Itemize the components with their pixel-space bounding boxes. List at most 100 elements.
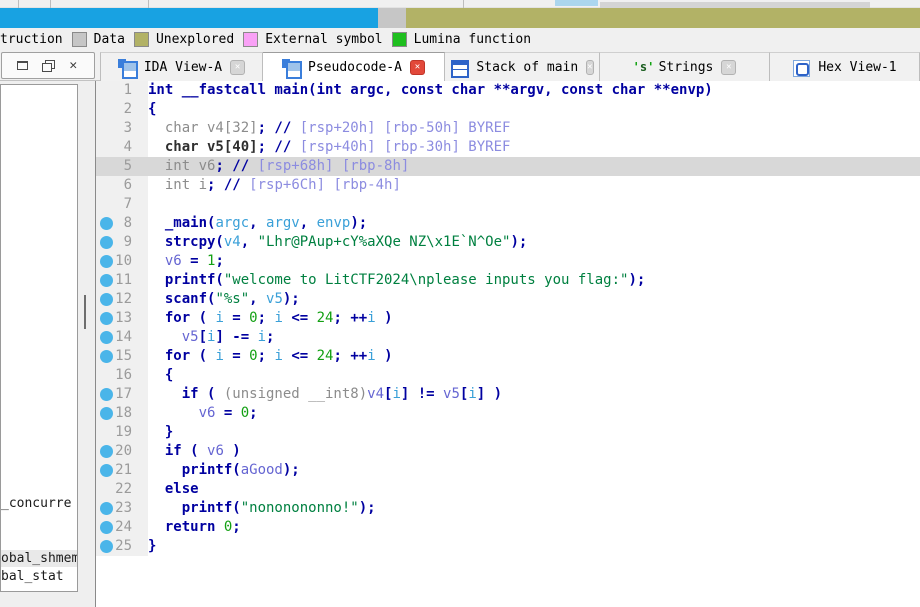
tab-close-icon[interactable]: ✕ (586, 60, 593, 75)
tab-hex-view-1[interactable]: Hex View-1 (770, 52, 920, 81)
code-line[interactable]: 19 } (96, 423, 920, 442)
code-line[interactable]: 21 printf(aGood); (96, 461, 920, 480)
breakpoint-dot-icon[interactable] (100, 255, 113, 268)
function-list-item[interactable]: bal_stat (1, 568, 77, 585)
line-gutter[interactable]: 8 (96, 214, 148, 233)
functions-sidebar[interactable]: _concurre obal_shmembal_stat (0, 84, 78, 592)
nav-band-segment-unexplored-region[interactable] (406, 8, 920, 28)
code-text[interactable]: else (148, 480, 920, 499)
code-text[interactable]: v5[i] -= i; (148, 328, 920, 347)
code-text[interactable]: { (148, 366, 920, 385)
restore-button[interactable] (40, 58, 56, 74)
tab-close-icon[interactable]: ✕ (410, 60, 425, 75)
code-line[interactable]: 4 char v5[40]; // [rsp+40h] [rbp-30h] BY… (96, 138, 920, 157)
line-gutter[interactable]: 23 (96, 499, 148, 518)
code-line[interactable]: 18 v6 = 0; (96, 404, 920, 423)
line-gutter[interactable]: 21 (96, 461, 148, 480)
code-text[interactable]: v6 = 0; (148, 404, 920, 423)
code-text[interactable]: char v4[32]; // [rsp+20h] [rbp-50h] BYRE… (148, 119, 920, 138)
line-gutter[interactable]: 5 (96, 157, 148, 176)
breakpoint-dot-icon[interactable] (100, 407, 113, 420)
tab-ida-view-a[interactable]: IDA View-A✕ (100, 52, 263, 81)
nav-band-segment-data-region[interactable] (378, 8, 406, 28)
code-text[interactable]: printf("welcome to LitCTF2024\nplease in… (148, 271, 920, 290)
line-gutter[interactable]: 3 (96, 119, 148, 138)
code-line[interactable]: 17 if ( (unsigned __int8)v4[i] != v5[i] … (96, 385, 920, 404)
line-gutter[interactable]: 20 (96, 442, 148, 461)
code-line[interactable]: 2{ (96, 100, 920, 119)
code-text[interactable]: printf("nononononno!"); (148, 499, 920, 518)
navigation-band[interactable] (0, 8, 920, 28)
pseudocode-panel[interactable]: 1int __fastcall main(int argc, const cha… (95, 81, 920, 607)
code-line[interactable]: 14 v5[i] -= i; (96, 328, 920, 347)
code-text[interactable]: printf(aGood); (148, 461, 920, 480)
code-line[interactable]: 6 int i; // [rsp+6Ch] [rbp-4h] (96, 176, 920, 195)
sidebar-scrollbar-thumb[interactable] (84, 295, 86, 329)
code-line[interactable]: 10 v6 = 1; (96, 252, 920, 271)
code-text[interactable]: } (148, 423, 920, 442)
code-text[interactable]: int i; // [rsp+6Ch] [rbp-4h] (148, 176, 920, 195)
tab-close-icon[interactable]: ✕ (721, 60, 736, 75)
code-line[interactable]: 3 char v4[32]; // [rsp+20h] [rbp-50h] BY… (96, 119, 920, 138)
breakpoint-dot-icon[interactable] (100, 388, 113, 401)
line-gutter[interactable]: 14 (96, 328, 148, 347)
line-gutter[interactable]: 13 (96, 309, 148, 328)
breakpoint-dot-icon[interactable] (100, 350, 113, 363)
line-gutter[interactable]: 16 (96, 366, 148, 385)
line-gutter[interactable]: 7 (96, 195, 148, 214)
code-text[interactable]: int v6; // [rsp+68h] [rbp-8h] (148, 157, 920, 176)
line-gutter[interactable]: 19 (96, 423, 148, 442)
code-text[interactable]: _main(argc, argv, envp); (148, 214, 920, 233)
code-line[interactable]: 22 else (96, 480, 920, 499)
code-text[interactable]: v6 = 1; (148, 252, 920, 271)
line-gutter[interactable]: 25 (96, 537, 148, 556)
code-text[interactable]: if ( v6 ) (148, 442, 920, 461)
line-gutter[interactable]: 12 (96, 290, 148, 309)
maximize-button[interactable] (15, 58, 31, 74)
tab-stack-of-main[interactable]: Stack of main✕ (445, 52, 600, 81)
breakpoint-dot-icon[interactable] (100, 502, 113, 515)
line-gutter[interactable]: 2 (96, 100, 148, 119)
function-list-item[interactable]: obal_shmem (1, 550, 77, 567)
line-gutter[interactable]: 1 (96, 81, 148, 100)
breakpoint-dot-icon[interactable] (100, 445, 113, 458)
code-line[interactable]: 8 _main(argc, argv, envp); (96, 214, 920, 233)
line-gutter[interactable]: 9 (96, 233, 148, 252)
breakpoint-dot-icon[interactable] (100, 236, 113, 249)
code-line[interactable]: 13 for ( i = 0; i <= 24; ++i ) (96, 309, 920, 328)
code-line[interactable]: 12 scanf("%s", v5); (96, 290, 920, 309)
code-line[interactable]: 25} (96, 537, 920, 556)
line-gutter[interactable]: 15 (96, 347, 148, 366)
breakpoint-dot-icon[interactable] (100, 464, 113, 477)
code-text[interactable]: { (148, 100, 920, 119)
code-line[interactable]: 23 printf("nononononno!"); (96, 499, 920, 518)
code-text[interactable]: for ( i = 0; i <= 24; ++i ) (148, 309, 920, 328)
breakpoint-dot-icon[interactable] (100, 312, 113, 325)
line-gutter[interactable]: 22 (96, 480, 148, 499)
tab-strings[interactable]: 's'Strings✕ (600, 52, 770, 81)
code-line[interactable]: 9 strcpy(v4, "Lhr@PAup+cY%aXQe NZ\x1E`N^… (96, 233, 920, 252)
line-gutter[interactable]: 24 (96, 518, 148, 537)
code-text[interactable] (148, 195, 920, 214)
breakpoint-dot-icon[interactable] (100, 217, 113, 230)
breakpoint-dot-icon[interactable] (100, 293, 113, 306)
code-line[interactable]: 5 int v6; // [rsp+68h] [rbp-8h] (96, 157, 920, 176)
line-gutter[interactable]: 10 (96, 252, 148, 271)
code-text[interactable]: return 0; (148, 518, 920, 537)
tab-close-icon[interactable]: ✕ (230, 60, 245, 75)
code-line[interactable]: 24 return 0; (96, 518, 920, 537)
code-text[interactable]: for ( i = 0; i <= 24; ++i ) (148, 347, 920, 366)
code-line[interactable]: 7 (96, 195, 920, 214)
nav-band-segment-instruction-region[interactable] (0, 8, 378, 28)
code-text[interactable]: int __fastcall main(int argc, const char… (148, 81, 920, 100)
code-text[interactable]: char v5[40]; // [rsp+40h] [rbp-30h] BYRE… (148, 138, 920, 157)
line-gutter[interactable]: 11 (96, 271, 148, 290)
line-gutter[interactable]: 4 (96, 138, 148, 157)
code-line[interactable]: 11 printf("welcome to LitCTF2024\nplease… (96, 271, 920, 290)
code-text[interactable]: } (148, 537, 920, 556)
code-line[interactable]: 16 { (96, 366, 920, 385)
function-list-item[interactable]: _concurre (1, 495, 77, 512)
code-line[interactable]: 20 if ( v6 ) (96, 442, 920, 461)
line-gutter[interactable]: 6 (96, 176, 148, 195)
code-text[interactable]: scanf("%s", v5); (148, 290, 920, 309)
